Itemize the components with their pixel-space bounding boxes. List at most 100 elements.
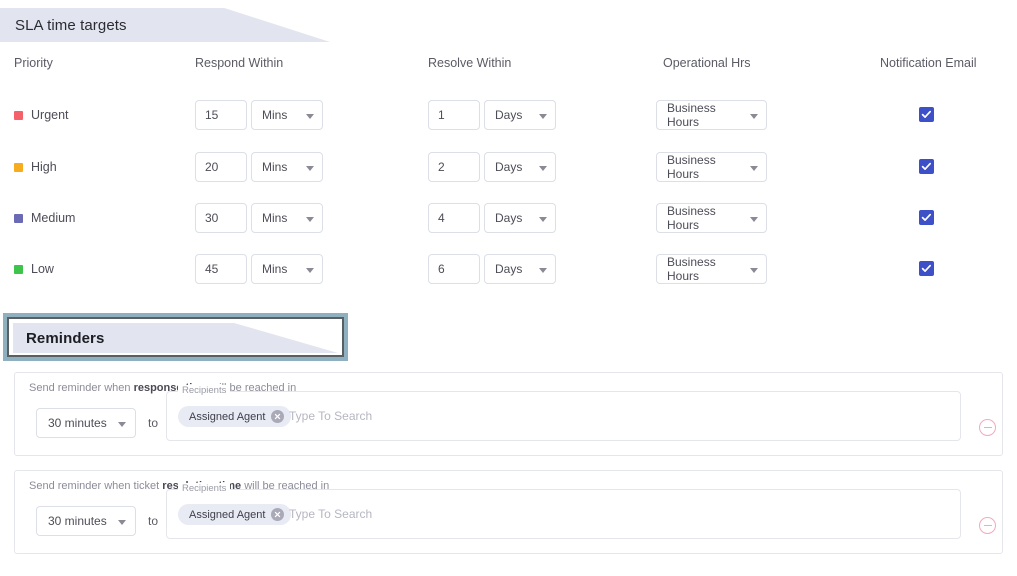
respond-within-group: 45 Mins (195, 254, 323, 284)
respond-within-unit-select[interactable]: Mins (251, 254, 323, 284)
reminder-card: Send reminder when ticket resolution tim… (14, 470, 1003, 554)
respond-within-input[interactable]: 45 (195, 254, 247, 284)
recipients-field[interactable]: Recipients Assigned Agent Type To Search (166, 483, 996, 539)
chevron-down-icon (750, 113, 758, 119)
resolve-within-unit-select[interactable]: Days (484, 100, 556, 130)
close-icon[interactable] (271, 508, 285, 521)
reminder-description-prefix: Send reminder when ticket (29, 480, 163, 492)
resolve-within-unit-select[interactable]: Days (484, 203, 556, 233)
respond-within-unit-select[interactable]: Mins (251, 100, 323, 130)
notification-email-checkbox[interactable] (919, 210, 934, 225)
reminder-delay-value: 30 minutes (48, 416, 107, 430)
respond-within-unit-value: Mins (262, 160, 288, 174)
priority-cell: Urgent (14, 100, 69, 130)
priority-label: Low (31, 262, 54, 276)
priority-cell: Medium (14, 203, 75, 233)
priority-label: Medium (31, 211, 76, 225)
resolve-within-unit-value: Days (495, 211, 523, 225)
chevron-down-icon (306, 267, 314, 273)
recipient-chip-label: Assigned Agent (189, 508, 266, 521)
recipients-legend: Recipients (178, 385, 231, 396)
notification-email-checkbox[interactable] (919, 107, 934, 122)
resolve-within-unit-select[interactable]: Days (484, 152, 556, 182)
chevron-down-icon (750, 267, 758, 273)
table-row: Medium 30 Mins 4 Days Business Hours (0, 203, 1017, 233)
operational-hours-value: Business Hours (667, 101, 716, 129)
respond-within-input[interactable]: 15 (195, 100, 247, 130)
resolve-within-unit-value: Days (495, 262, 523, 276)
resolve-within-group: 6 Days (428, 254, 556, 284)
close-icon[interactable] (271, 410, 285, 423)
resolve-within-input[interactable]: 2 (428, 152, 480, 182)
priority-cell: Low (14, 254, 54, 284)
reminders-section-title: Reminders (26, 329, 105, 347)
priority-color-swatch (14, 264, 23, 274)
operational-hours-select[interactable]: Business Hours (656, 254, 767, 284)
chevron-down-icon (539, 216, 547, 222)
resolve-within-group: 2 Days (428, 152, 556, 182)
chevron-down-icon (750, 216, 758, 222)
notification-email-checkbox[interactable] (919, 159, 934, 174)
reminder-card: Send reminder when response time will be… (14, 372, 1003, 456)
priority-color-swatch (14, 162, 23, 172)
priority-color-swatch (14, 213, 23, 223)
reminder-description-prefix: Send reminder when (29, 382, 134, 394)
table-row: Low 45 Mins 6 Days Business Hours (0, 254, 1017, 284)
respond-within-group: 30 Mins (195, 203, 323, 233)
recipients-field[interactable]: Recipients Assigned Agent Type To Search (166, 385, 996, 441)
reminder-delay-select[interactable]: 30 minutes (36, 506, 136, 536)
column-header-respond-within: Respond Within (195, 56, 284, 70)
chevron-down-icon (539, 267, 547, 273)
respond-within-unit-select[interactable]: Mins (251, 152, 323, 182)
chevron-down-icon (306, 216, 314, 222)
reminder-delay-select[interactable]: 30 minutes (36, 408, 136, 438)
priority-color-swatch (14, 110, 23, 120)
recipient-chip[interactable]: Assigned Agent (178, 406, 292, 427)
sla-section-banner: SLA time targets (0, 8, 330, 42)
operational-hours-select[interactable]: Business Hours (656, 152, 767, 182)
minus-circle-icon[interactable] (979, 419, 996, 436)
respond-within-unit-select[interactable]: Mins (251, 203, 323, 233)
recipients-legend: Recipients (178, 483, 231, 494)
operational-hours-select[interactable]: Business Hours (656, 203, 767, 233)
column-header-notification-email: Notification Email (880, 56, 977, 70)
to-label: to (148, 514, 159, 528)
column-header-resolve-within: Resolve Within (428, 56, 512, 70)
respond-within-unit-value: Mins (262, 211, 288, 225)
resolve-within-input[interactable]: 6 (428, 254, 480, 284)
reminders-section-selection-highlight: Reminders (3, 313, 348, 361)
recipients-search-input[interactable]: Type To Search (289, 507, 372, 521)
chevron-down-icon (118, 519, 126, 525)
resolve-within-input[interactable]: 1 (428, 100, 480, 130)
notification-email-checkbox[interactable] (919, 261, 934, 276)
operational-hours-value: Business Hours (667, 153, 716, 181)
recipient-chip-label: Assigned Agent (189, 410, 266, 423)
chevron-down-icon (118, 421, 126, 427)
priority-label: Urgent (31, 108, 69, 122)
table-row: High 20 Mins 2 Days Business Hours (0, 152, 1017, 182)
priority-label: High (31, 160, 57, 174)
resolve-within-unit-select[interactable]: Days (484, 254, 556, 284)
sla-section-title: SLA time targets (15, 16, 127, 34)
respond-within-input[interactable]: 30 (195, 203, 247, 233)
to-label: to (148, 416, 159, 430)
chevron-down-icon (539, 165, 547, 171)
respond-within-unit-value: Mins (262, 108, 288, 122)
reminder-delay-value: 30 minutes (48, 514, 107, 528)
resolve-within-input[interactable]: 4 (428, 203, 480, 233)
respond-within-input[interactable]: 20 (195, 152, 247, 182)
respond-within-group: 15 Mins (195, 100, 323, 130)
operational-hours-select[interactable]: Business Hours (656, 100, 767, 130)
chevron-down-icon (750, 165, 758, 171)
table-row: Urgent 15 Mins 1 Days Business Hours (0, 100, 1017, 130)
chevron-down-icon (306, 165, 314, 171)
resolve-within-group: 1 Days (428, 100, 556, 130)
column-header-operational-hrs: Operational Hrs (663, 56, 751, 70)
column-header-priority: Priority (14, 56, 53, 70)
recipient-chip[interactable]: Assigned Agent (178, 504, 292, 525)
recipients-search-input[interactable]: Type To Search (289, 409, 372, 423)
priority-cell: High (14, 152, 57, 182)
resolve-within-unit-value: Days (495, 160, 523, 174)
minus-circle-icon[interactable] (979, 517, 996, 534)
respond-within-group: 20 Mins (195, 152, 323, 182)
